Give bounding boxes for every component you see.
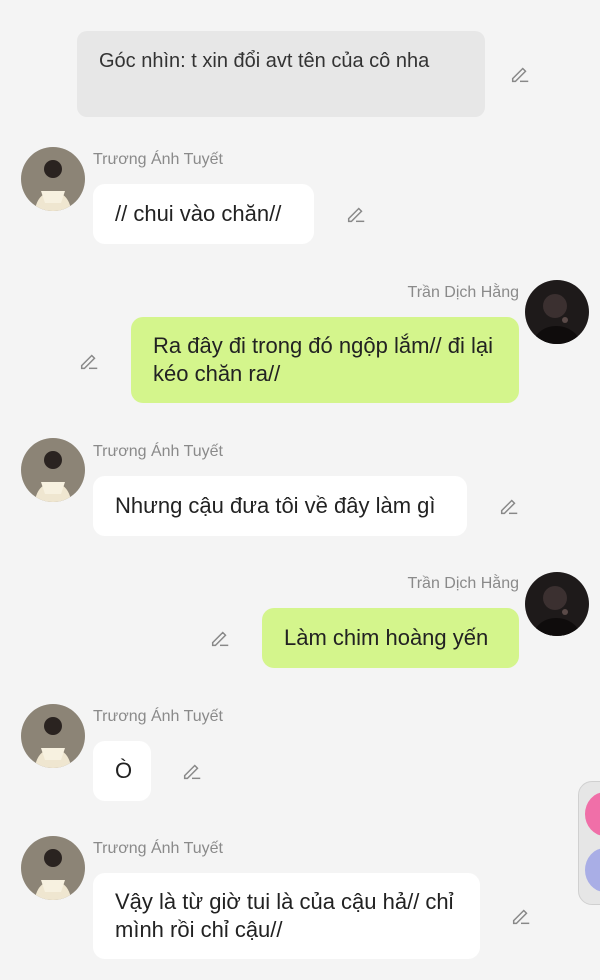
sender-name: Trương Ánh Tuyết xyxy=(93,840,223,857)
narration-bubble[interactable]: Góc nhìn: t xin đổi avt tên của cô nha xyxy=(77,31,485,117)
edit-message-pencil-icon[interactable] xyxy=(78,350,100,372)
avatar-truong-anh-tuyet[interactable] xyxy=(21,836,85,900)
edit-message-pencil-icon[interactable] xyxy=(510,905,532,927)
avatar-truong-anh-tuyet[interactable] xyxy=(21,704,85,768)
avatar-truong-anh-tuyet[interactable] xyxy=(21,147,85,211)
message-bubble-received[interactable]: // chui vào chăn// xyxy=(93,184,314,244)
message-bubble-received[interactable]: Ò xyxy=(93,741,151,801)
sender-name: Trương Ánh Tuyết xyxy=(93,151,223,168)
message-bubble-sent[interactable]: Làm chim hoàng yến xyxy=(262,608,519,668)
avatar-tran-dich-hang[interactable] xyxy=(525,572,589,636)
sender-name: Trần Dịch Hằng xyxy=(407,575,519,592)
edit-message-pencil-icon[interactable] xyxy=(209,627,231,649)
edit-message-pencil-icon[interactable] xyxy=(498,495,520,517)
edit-narration-pencil-icon[interactable] xyxy=(509,63,531,85)
message-bubble-received[interactable]: Vậy là từ giờ tui là của cậu hả// chỉ mì… xyxy=(93,873,480,959)
edit-message-pencil-icon[interactable] xyxy=(345,203,367,225)
character-pink-avatar[interactable] xyxy=(585,792,600,836)
sender-name: Trương Ánh Tuyết xyxy=(93,708,223,725)
message-bubble-received[interactable]: Nhưng cậu đưa tôi về đây làm gì xyxy=(93,476,467,536)
avatar-tran-dich-hang[interactable] xyxy=(525,280,589,344)
avatar-truong-anh-tuyet[interactable] xyxy=(21,438,85,502)
character-lavender-avatar[interactable] xyxy=(585,848,600,892)
sender-name: Trần Dịch Hằng xyxy=(407,284,519,301)
sender-name: Trương Ánh Tuyết xyxy=(93,443,223,460)
character-switcher-tab[interactable] xyxy=(578,781,600,905)
message-bubble-sent[interactable]: Ra đây đi trong đó ngộp lắm// đi lại kéo… xyxy=(131,317,519,403)
chat-screen: Góc nhìn: t xin đổi avt tên của cô nha T… xyxy=(0,0,600,980)
edit-message-pencil-icon[interactable] xyxy=(181,760,203,782)
